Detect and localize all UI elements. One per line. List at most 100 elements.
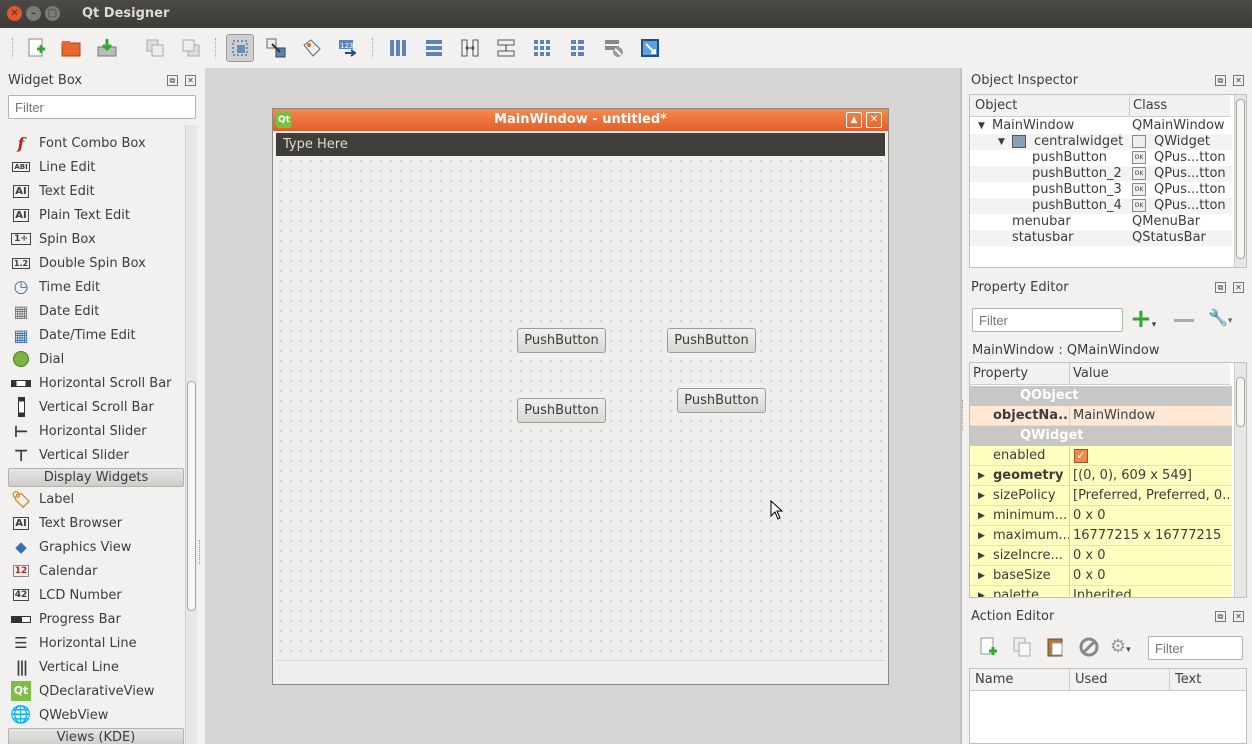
action-table[interactable]: Name Used Text [969, 668, 1247, 744]
widget-box-item[interactable]: 1.2 Double Spin Box [8, 251, 184, 275]
widget-box-item[interactable]: AI Text Edit [8, 179, 184, 203]
expand-arrow-icon[interactable]: ▶ [978, 546, 985, 566]
widget-box-item[interactable]: AI Plain Text Edit [8, 203, 184, 227]
edit-buddies-icon[interactable] [298, 34, 326, 62]
object-column-header[interactable]: Object [970, 95, 1130, 117]
widget-box-item[interactable]: ◆ Graphics View [8, 535, 184, 559]
expand-arrow-icon[interactable]: ▶ [978, 526, 985, 546]
text-column-header[interactable]: Text [1170, 669, 1246, 691]
widget-box-item[interactable]: ◷ Time Edit [8, 275, 184, 299]
widget-box-item[interactable]: Horizontal Scroll Bar [8, 371, 184, 395]
new-action-icon[interactable] [978, 636, 1000, 658]
close-dock-icon[interactable]: ✕ [1233, 282, 1244, 293]
widget-box-item[interactable]: ▦ Date/Time Edit [8, 323, 184, 347]
property-row[interactable]: objectNa... MainWindow [970, 406, 1232, 426]
close-window-icon[interactable]: ✕ [7, 6, 22, 21]
object-tree-row[interactable]: pushButton_4 OK QPus...tton [970, 198, 1232, 214]
object-tree-row[interactable]: ▼ MainWindow QMainWindow [970, 118, 1232, 134]
object-inspector-scrollbar[interactable] [1234, 95, 1246, 267]
menubar-type-here[interactable]: Type Here [283, 137, 348, 152]
send-to-back-icon[interactable] [141, 34, 169, 62]
widget-box-category[interactable]: Display Widgets [8, 468, 184, 487]
layout-vertical-icon[interactable] [420, 34, 448, 62]
property-row[interactable]: ▶ sizeIncre... 0 x 0 [970, 546, 1232, 566]
new-form-icon[interactable] [22, 34, 50, 62]
form-window[interactable]: Qt MainWindow - untitled* ▲ ✕ Type Here … [272, 108, 889, 685]
widget-box-item[interactable]: Progress Bar [8, 607, 184, 631]
adjust-size-icon[interactable] [636, 34, 664, 62]
object-tree-row[interactable]: pushButton_3 OK QPus...tton [970, 182, 1232, 198]
widget-box-item[interactable]: Dial [8, 347, 184, 371]
property-row[interactable]: ▶ maximum... 16777215 x 16777215 [970, 526, 1232, 546]
add-dynamic-property-icon[interactable]: +▾ [1130, 306, 1164, 332]
object-tree-row[interactable]: ▼ centralwidget QWidget [970, 134, 1232, 150]
right-dock-splitter[interactable] [962, 400, 966, 430]
widget-box-scrollbar[interactable] [185, 125, 197, 744]
property-table[interactable]: Property Value QObject objectNa... MainWin… [969, 362, 1247, 598]
minimize-window-icon[interactable]: – [26, 6, 41, 21]
expand-arrow-icon[interactable]: ▼ [978, 118, 985, 134]
paste-action-icon[interactable] [1045, 636, 1067, 658]
widget-box-item[interactable]: AI Text Browser [8, 511, 184, 535]
property-scroll-thumb[interactable] [1236, 377, 1245, 427]
widget-box-item[interactable]: 42 LCD Number [8, 583, 184, 607]
float-dock-icon[interactable]: ⧉ [1215, 75, 1226, 86]
object-tree-row[interactable]: statusbar QStatusBar [970, 230, 1232, 246]
object-inspector-tree[interactable]: Object Class ▼ MainWindow QMainWindow ▼ cent… [969, 94, 1247, 268]
float-dock-icon[interactable]: ⧉ [1215, 282, 1226, 293]
property-scrollbar[interactable] [1234, 363, 1246, 597]
left-dock-splitter[interactable] [199, 540, 205, 564]
property-column-header[interactable]: Property [970, 363, 1070, 385]
property-row[interactable]: ▶ baseSize 0 x 0 [970, 566, 1232, 586]
expand-arrow-icon[interactable]: ▶ [978, 586, 985, 597]
push-button-3[interactable]: PushButton [517, 398, 606, 423]
open-form-icon[interactable] [57, 34, 85, 62]
object-inspector-scroll-thumb[interactable] [1236, 99, 1245, 259]
value-column-header[interactable]: Value [1070, 363, 1230, 385]
edit-signals-slots-icon[interactable] [262, 34, 290, 62]
enabled-checkbox[interactable]: ✓ [1074, 449, 1088, 463]
layout-v-splitter-icon[interactable] [492, 34, 520, 62]
object-tree-row[interactable]: menubar QMenuBar [970, 214, 1232, 230]
expand-arrow-icon[interactable]: ▶ [978, 566, 985, 586]
used-column-header[interactable]: Used [1070, 669, 1170, 691]
copy-action-icon[interactable] [1011, 636, 1033, 658]
property-row[interactable]: ▶ geometry [(0, 0), 609 x 549] [970, 466, 1232, 486]
expand-arrow-icon[interactable]: ▶ [978, 466, 985, 486]
widget-box-item[interactable]: f Font Combo Box [8, 131, 184, 155]
expand-arrow-icon[interactable]: ▼ [998, 134, 1005, 150]
close-dock-icon[interactable]: ✕ [1233, 75, 1244, 86]
action-settings-icon[interactable]: ⚙▾ [1110, 636, 1142, 658]
edit-widgets-icon[interactable] [226, 34, 254, 62]
widget-box-item[interactable]: 🌐 QWebView [8, 703, 184, 727]
name-column-header[interactable]: Name [970, 669, 1070, 691]
push-button[interactable]: PushButton [517, 328, 606, 353]
form-close-icon[interactable]: ✕ [866, 112, 882, 128]
class-column-header[interactable]: Class [1130, 95, 1230, 117]
bring-to-front-icon[interactable] [177, 34, 205, 62]
widget-box-scroll-thumb[interactable] [187, 381, 196, 611]
widget-box-category[interactable]: Views (KDE) [8, 728, 184, 744]
widget-box-item[interactable]: Qt QDeclarativeView [8, 679, 184, 703]
property-row[interactable]: QWidget [970, 426, 1232, 446]
expand-arrow-icon[interactable]: ▶ [978, 506, 985, 526]
remove-dynamic-property-icon[interactable] [1174, 319, 1194, 322]
widget-box-filter-input[interactable] [8, 95, 196, 119]
property-row[interactable]: enabled ✓ [970, 446, 1232, 466]
break-layout-icon[interactable] [600, 34, 628, 62]
widget-box-item[interactable]: ⊢ Horizontal Slider [8, 419, 184, 443]
widget-box-item[interactable]: ||| Vertical Line [8, 655, 184, 679]
widget-box-item[interactable]: 🏷 Label [8, 487, 184, 511]
expand-arrow-icon[interactable]: ▶ [978, 486, 985, 506]
close-dock-icon[interactable]: ✕ [185, 75, 196, 86]
close-dock-icon[interactable]: ✕ [1233, 611, 1244, 622]
push-button-2[interactable]: PushButton [667, 328, 756, 353]
widget-box-item[interactable]: ABI Line Edit [8, 155, 184, 179]
widget-box-item[interactable]: ▦ Date Edit [8, 299, 184, 323]
widget-box-item[interactable]: ☰ Horizontal Line [8, 631, 184, 655]
save-form-icon[interactable] [93, 34, 121, 62]
form-title-bar[interactable]: Qt MainWindow - untitled* ▲ ✕ [273, 109, 888, 131]
property-row[interactable]: ▶ minimum... 0 x 0 [970, 506, 1232, 526]
layout-form-icon[interactable] [564, 34, 592, 62]
property-row[interactable]: ▶ palette Inherited [970, 586, 1232, 597]
